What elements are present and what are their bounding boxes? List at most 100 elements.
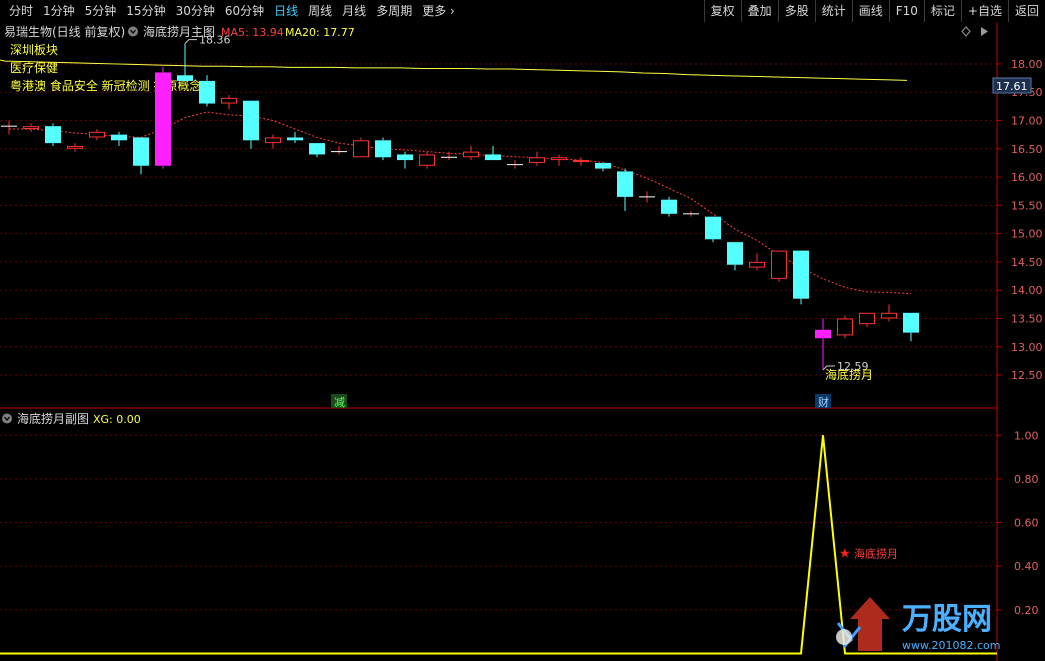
tool-button-4[interactable]: 画线: [851, 0, 889, 22]
candle-body-down: [661, 199, 677, 214]
candle[interactable]: [771, 250, 787, 282]
tool-button-0[interactable]: 复权: [703, 0, 741, 22]
candle-body-up: [23, 126, 39, 129]
price-tick-label: 16.00: [1011, 171, 1043, 184]
candle-body-down: [133, 137, 149, 166]
candle-body-down: [287, 137, 303, 141]
sub-signal-label: 海底捞月: [854, 546, 898, 560]
watermark-logo: 万股网 www.201082.com: [836, 597, 1000, 652]
candle-body-up: [67, 145, 83, 149]
candle-body-down: [595, 162, 611, 169]
candle-body-down: [705, 216, 721, 240]
jian-marker: 减: [334, 396, 345, 409]
candle[interactable]: [45, 123, 61, 146]
period-tab-3[interactable]: 15分钟: [121, 0, 170, 22]
candle-body-down: [793, 250, 809, 299]
watermark-url: www.201082.com: [902, 639, 1000, 652]
tool-button-3[interactable]: 统计: [814, 0, 852, 22]
sub-indicator-dropdown-icon[interactable]: [2, 413, 12, 424]
candle-body-up: [89, 131, 105, 138]
candle-body-down: [617, 171, 633, 197]
concept-list: 粤港澳 食品安全 新冠检测 抗原概念: [10, 78, 201, 93]
price-tick-label: 14.00: [1011, 284, 1043, 297]
star-icon: ★: [839, 546, 851, 561]
candle-body-up: [463, 151, 479, 158]
period-tab-5[interactable]: 60分钟: [220, 0, 269, 22]
period-tab-4[interactable]: 30分钟: [171, 0, 220, 22]
cai-marker: 财: [818, 395, 829, 409]
candle-body-down: [903, 312, 919, 333]
candle-body-down: [485, 154, 501, 161]
period-tab-7[interactable]: 周线: [303, 0, 337, 22]
xg-value-label: XG: 0.00: [93, 413, 141, 426]
tool-button-7[interactable]: +自选: [960, 0, 1008, 22]
candle-body-down: [309, 143, 325, 155]
candle[interactable]: [375, 137, 391, 161]
indicator-dropdown-icon[interactable]: [128, 26, 138, 37]
candle-body-signal: [155, 72, 171, 166]
xg-tick-label: 0.80: [1014, 473, 1039, 486]
price-tick-label: 18.00: [1011, 58, 1043, 71]
price-tick-label: 16.50: [1011, 143, 1043, 156]
arrow-icon: [850, 597, 890, 651]
signal-label: 海底捞月: [825, 367, 873, 382]
candle-body-signal: [815, 329, 831, 339]
candle[interactable]: [705, 216, 721, 243]
candle[interactable]: [793, 250, 809, 305]
candle-body-up: [859, 312, 875, 325]
period-tab-10[interactable]: 更多 ›: [417, 0, 460, 22]
period-tabs: 分时 1分钟 5分钟 15分钟 30分钟 60分钟 日线 周线 月线 多周期 更多 ›: [4, 0, 460, 22]
period-tab-2[interactable]: 5分钟: [80, 0, 122, 22]
price-tick-label: 15.00: [1011, 228, 1043, 241]
candle-body-down: [111, 134, 127, 141]
tool-button-5[interactable]: F10: [888, 0, 924, 22]
period-tab-6[interactable]: 日线: [269, 0, 303, 22]
candle-body-down: [199, 80, 215, 104]
current-price-value: 17.61: [996, 80, 1028, 93]
candle-body-up: [419, 154, 435, 166]
ma20-label: MA20: 17.77: [285, 26, 355, 39]
candle-body-up: [529, 157, 545, 163]
period-toolbar: 分时 1分钟 5分钟 15分钟 30分钟 60分钟 日线 周线 月线 多周期 更多 › 复权 叠加 多股…: [0, 0, 1045, 23]
candle-body-down: [177, 75, 193, 81]
candle-body-up: [221, 97, 237, 104]
tool-button-1[interactable]: 叠加: [740, 0, 778, 22]
tool-button-8[interactable]: 返回: [1007, 0, 1045, 22]
watermark-brand: 万股网: [902, 602, 992, 637]
high-price-label: 18.36: [199, 34, 231, 47]
candle-body-up: [771, 250, 787, 279]
candle-body-down: [397, 154, 413, 161]
period-tab-8[interactable]: 月线: [337, 0, 371, 22]
period-tab-9[interactable]: 多周期: [371, 0, 417, 22]
tool-button-6[interactable]: 标记: [923, 0, 961, 22]
xg-tick-label: 0.40: [1014, 560, 1039, 573]
coin-icon: [836, 629, 852, 645]
price-tick-label: 12.50: [1011, 369, 1043, 382]
candle-body-up: [749, 261, 765, 268]
price-tick-label: 13.00: [1011, 341, 1043, 354]
candle-body-down: [45, 126, 61, 144]
tool-buttons: 复权 叠加 多股 统计 画线 F10 标记 +自选 返回: [703, 0, 1045, 22]
xg-tick-label: 1.00: [1014, 429, 1039, 442]
period-tab-0[interactable]: 分时: [4, 0, 38, 22]
stock-title: 易瑞生物(日线 前复权): [4, 24, 125, 39]
candle[interactable]: [837, 315, 853, 339]
candle[interactable]: [353, 137, 369, 158]
candle[interactable]: [661, 196, 677, 217]
candle-body-down: [727, 242, 743, 265]
price-tick-label: 14.50: [1011, 256, 1043, 269]
period-tab-1[interactable]: 1分钟: [38, 0, 80, 22]
candle-body-up: [837, 318, 853, 336]
price-tick-label: 17.00: [1011, 115, 1043, 128]
sub-indicator-name: 海底捞月副图: [17, 411, 89, 426]
candle-body-up: [265, 137, 281, 144]
candle-body-up: [551, 157, 567, 161]
candle[interactable]: [155, 66, 171, 169]
xg-tick-label: 0.60: [1014, 517, 1039, 530]
tool-button-2[interactable]: 多股: [777, 0, 815, 22]
price-tick-label: 15.50: [1011, 199, 1043, 212]
candle-body-up: [353, 140, 369, 158]
board-name: 深圳板块: [10, 43, 58, 57]
candle-body-down: [375, 140, 391, 158]
kline-chart[interactable]: 易瑞生物(日线 前复权) 海底捞月主图 MA5: 13.94 MA20: 17.…: [0, 22, 1045, 661]
